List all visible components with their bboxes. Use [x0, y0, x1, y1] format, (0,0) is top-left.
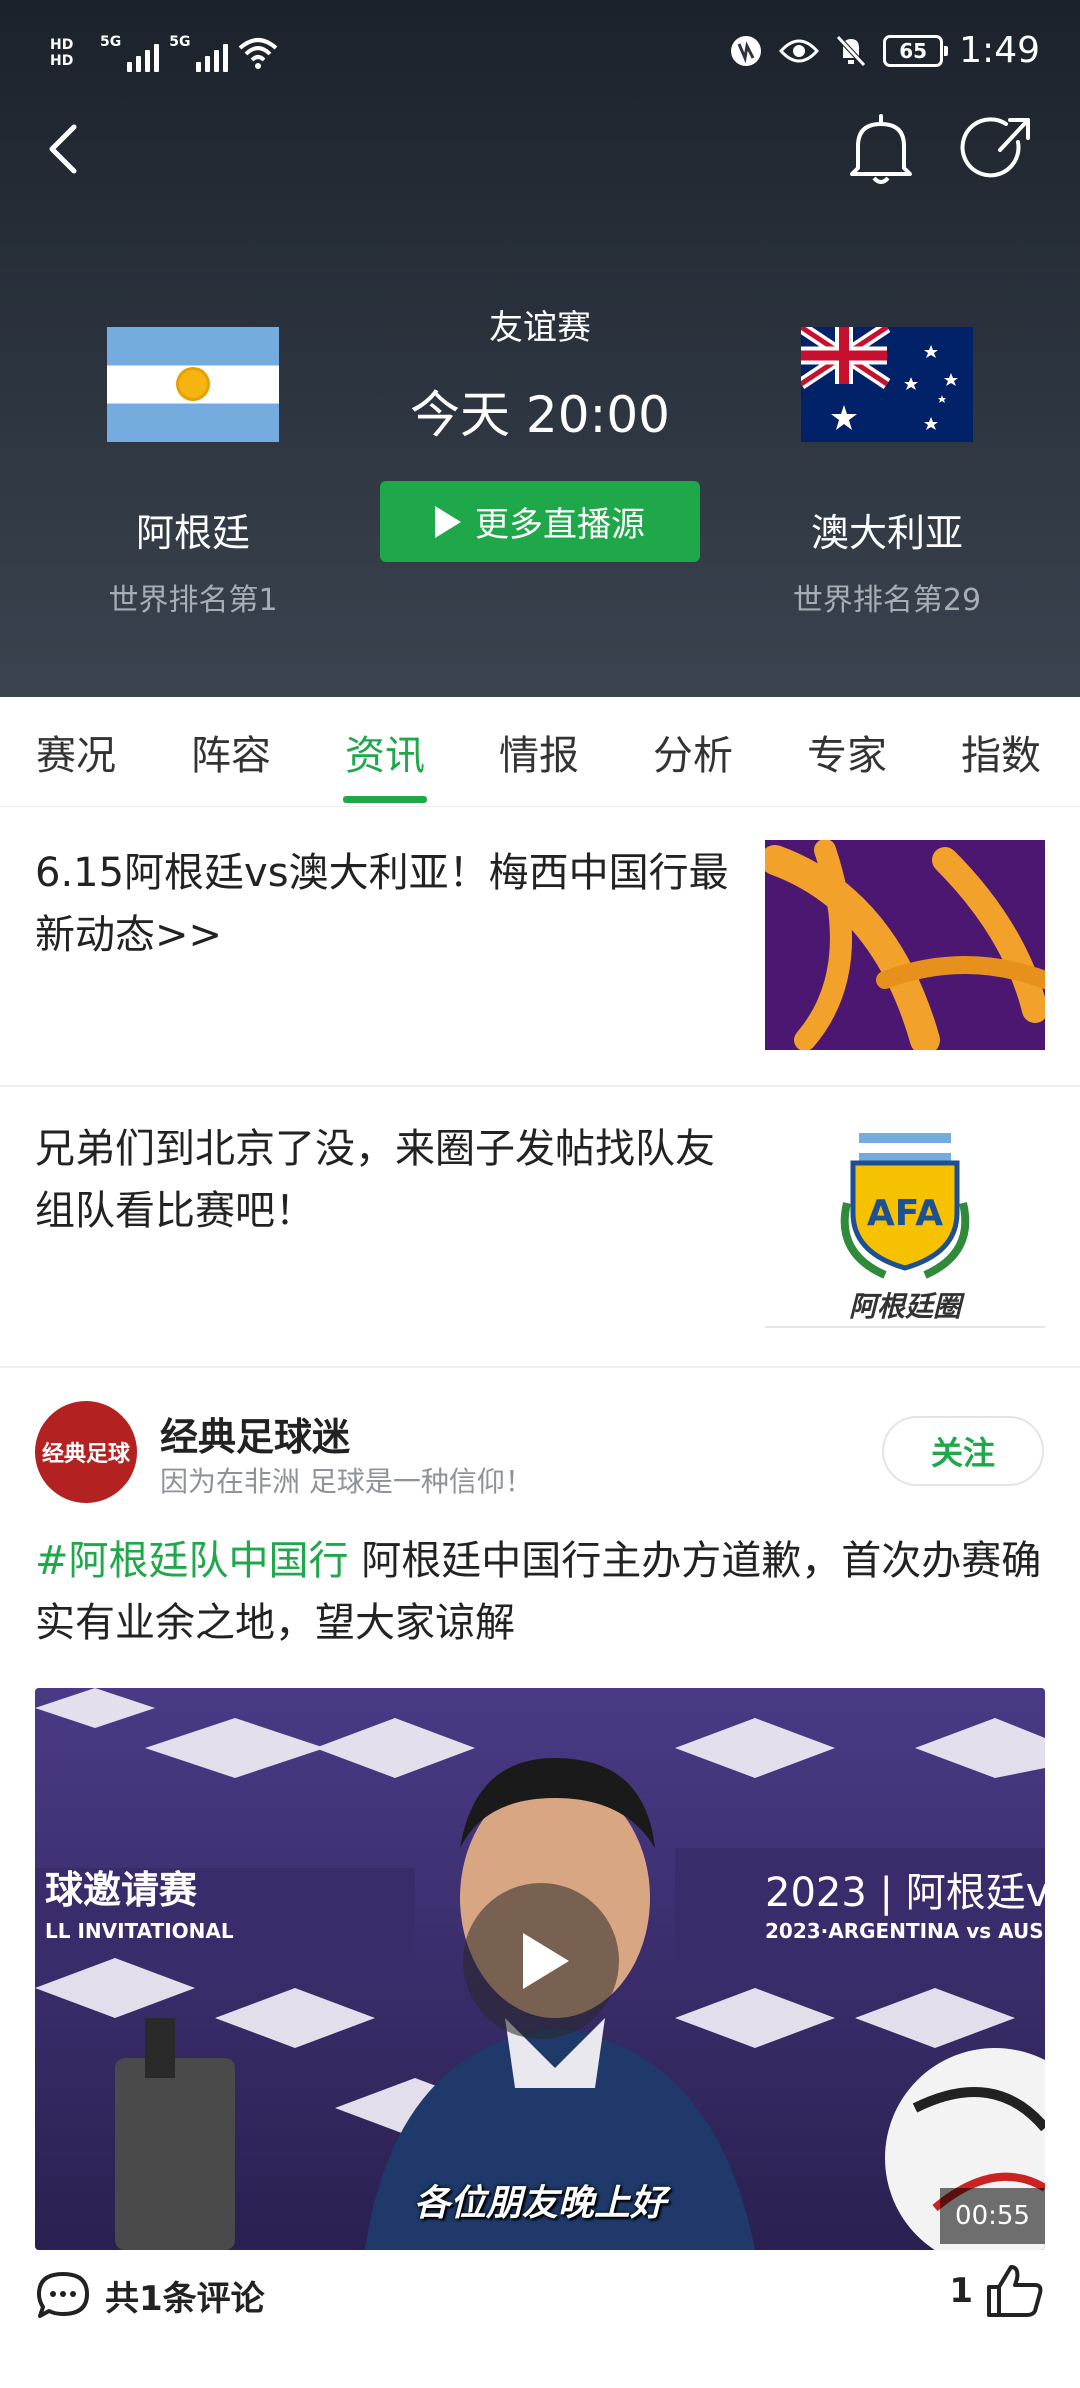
home-team-rank: 世界排名第1	[108, 583, 278, 618]
news-thumbnail: AFA 阿根廷圈	[765, 1103, 1045, 1328]
follow-button[interactable]: 关注	[882, 1416, 1044, 1486]
news-item[interactable]: 兄弟们到北京了没，来圈子发帖找队友组队看比赛吧！ AFA 阿根廷圈	[0, 1088, 1080, 1368]
bell-icon	[850, 114, 912, 184]
play-icon	[435, 505, 461, 538]
argentina-flag-icon	[107, 327, 279, 442]
more-live-sources-button[interactable]: 更多直播源	[380, 481, 700, 562]
news-image-label: 阿根廷圈	[848, 1290, 961, 1323]
battery-icon: 65	[883, 34, 949, 67]
news-thumbnail	[765, 840, 1045, 1050]
news-item[interactable]: 6.15阿根廷vs澳大利亚！梅西中国行最新动态>>	[0, 812, 1080, 1087]
news-title: 6.15阿根廷vs澳大利亚！梅西中国行最新动态>>	[35, 850, 729, 958]
comment-count: 共1条评论	[105, 2278, 265, 2319]
tab-odds[interactable]: 指数	[925, 697, 1077, 807]
video-subtitle: 各位朋友晚上好	[413, 2183, 666, 2224]
news-title: 兄弟们到北京了没，来圈子发帖找队友组队看比赛吧！	[35, 1126, 715, 1234]
home-team-name: 阿根廷	[135, 511, 250, 555]
video-player[interactable]: 球邀请赛 LL INVITATIONAL 2023 | 阿根廷v 2023·AR…	[35, 1688, 1045, 2250]
australia-flag-icon	[801, 327, 973, 442]
signal-icon: 5G	[100, 34, 160, 72]
like-button[interactable]: 1	[949, 2263, 1045, 2319]
status-bar: HD HD 5G 5G 65 1:49	[0, 0, 1080, 120]
avatar[interactable]: 经典足球	[35, 1401, 137, 1503]
svg-text:2023·ARGENTINA vs AUS: 2023·ARGENTINA vs AUS	[765, 1919, 1044, 1943]
eye-icon	[779, 39, 820, 62]
play-icon	[523, 1933, 569, 1989]
back-button[interactable]	[38, 118, 88, 180]
away-team-name: 澳大利亚	[810, 511, 963, 555]
author-name[interactable]: 经典足球迷	[160, 1406, 350, 1461]
live-button-label: 更多直播源	[475, 505, 645, 545]
share-button[interactable]	[960, 112, 1036, 188]
tab-intel[interactable]: 情报	[463, 697, 615, 807]
chevron-left-icon	[49, 124, 77, 174]
post-text[interactable]: #阿根廷队中国行 阿根廷中国行主办方道歉，首次办赛确实有业余之地，望大家谅解	[35, 1530, 1045, 1654]
away-team-rank: 世界排名第29	[792, 583, 982, 618]
video-duration: 00:55	[940, 2188, 1045, 2244]
svg-text:AFA: AFA	[867, 1193, 943, 1234]
tab-lineup[interactable]: 阵容	[155, 697, 307, 807]
svg-text:LL INVITATIONAL: LL INVITATIONAL	[45, 1919, 234, 1943]
comment-icon	[37, 2272, 89, 2318]
home-team[interactable]: 阿根廷 世界排名第1	[43, 327, 343, 619]
match-time: 今天 20:00	[410, 386, 670, 444]
like-count: 1	[949, 2271, 973, 2311]
tab-bar: 赛况 阵容 资讯 情报 分析 专家 指数	[0, 697, 1080, 807]
match-header: HD HD 5G 5G 65 1:49 阿根廷 世界排名第1 友谊赛 今天 20…	[0, 0, 1080, 697]
hd-indicator: HD HD	[50, 37, 74, 69]
comments-button[interactable]: 共1条评论	[35, 2270, 265, 2320]
notification-button[interactable]	[846, 112, 916, 188]
signal-icon-2: 5G	[169, 34, 229, 72]
active-tab-indicator	[343, 796, 427, 803]
tab-news[interactable]: 资讯	[309, 697, 461, 807]
mute-icon	[836, 34, 866, 67]
play-button[interactable]	[463, 1883, 619, 2039]
tab-analysis[interactable]: 分析	[617, 697, 769, 807]
tab-experts[interactable]: 专家	[771, 697, 923, 807]
wifi-icon	[239, 38, 278, 69]
share-icon	[960, 117, 1030, 178]
status-left: HD HD 5G 5G	[50, 34, 278, 72]
feed-post: 经典足球 经典足球迷 因为在非洲 足球是一种信仰！ 关注 #阿根廷队中国行 阿根…	[0, 1368, 1080, 2388]
svg-text:球邀请赛: 球邀请赛	[45, 1868, 198, 1912]
afa-crest-icon: AFA	[840, 1133, 970, 1279]
thumbs-up-icon	[987, 2265, 1043, 2317]
nfc-icon	[731, 35, 762, 66]
tab-live[interactable]: 赛况	[0, 697, 152, 807]
away-team[interactable]: 澳大利亚 世界排名第29	[737, 327, 1037, 619]
svg-text:2023 | 阿根廷v: 2023 | 阿根廷v	[765, 1870, 1045, 1916]
match-type: 友谊赛	[489, 308, 591, 348]
post-hashtag[interactable]: #阿根廷队中国行	[35, 1538, 349, 1584]
author-signature: 因为在非洲 足球是一种信仰！	[160, 1465, 533, 1498]
clock: 1:49	[959, 30, 1040, 71]
status-right: 65 1:49	[729, 30, 1040, 71]
